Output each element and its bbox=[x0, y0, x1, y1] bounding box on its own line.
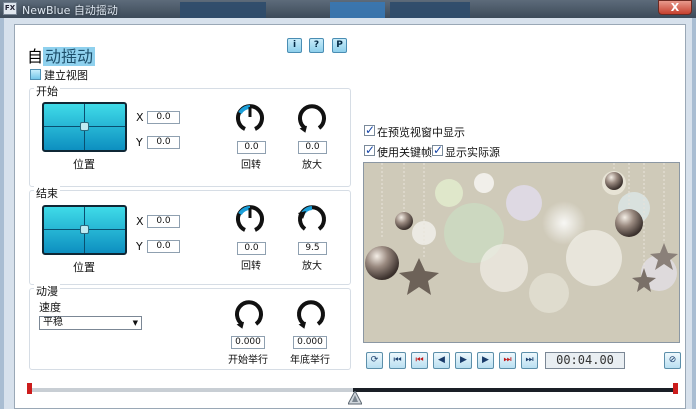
info-button[interactable]: i bbox=[287, 38, 302, 53]
play-icon[interactable]: ▶ bbox=[455, 352, 472, 369]
speed-dropdown[interactable]: 平稳 ▼ bbox=[39, 316, 142, 330]
timecode-display: 00:04.00 bbox=[545, 352, 625, 369]
end-rotate-field[interactable]: 0.0 bbox=[237, 242, 266, 255]
end-zoom-label: 放大 bbox=[302, 261, 322, 272]
heading-highlight: 动摇动 bbox=[43, 47, 96, 66]
start-group-title: 开始 bbox=[34, 83, 60, 99]
close-button[interactable]: X bbox=[658, 0, 692, 15]
start-hold-field[interactable]: 0.000 bbox=[231, 336, 265, 349]
end-keyframe-marker[interactable] bbox=[673, 383, 678, 394]
end-rotate-knob[interactable] bbox=[233, 203, 267, 237]
end-hold-field[interactable]: 0.000 bbox=[293, 336, 327, 349]
show-actual-source-label: 显示实际源 bbox=[445, 146, 500, 159]
preview-viewport[interactable] bbox=[363, 162, 680, 343]
end-hold-knob[interactable] bbox=[294, 298, 328, 332]
end-position-label: 位置 bbox=[73, 261, 95, 274]
background-tab bbox=[180, 2, 266, 18]
show-in-preview-label: 在预览视窗中显示 bbox=[377, 126, 465, 139]
background-tab bbox=[330, 2, 385, 18]
start-position-pad[interactable] bbox=[42, 102, 127, 152]
start-rotate-field[interactable]: 0.0 bbox=[237, 141, 266, 154]
auto-pan-dialog: 自动摇动 i ? P 建立视图 开始 位置 X 0.0 Y 0.0 0.0 回转… bbox=[14, 24, 686, 409]
end-y-field[interactable]: 0.0 bbox=[147, 240, 180, 253]
show-actual-source-checkbox[interactable] bbox=[432, 143, 443, 157]
end-hold-label: 年底举行 bbox=[290, 355, 330, 366]
start-position-label: 位置 bbox=[73, 158, 95, 171]
help-button[interactable]: ? bbox=[309, 38, 324, 53]
dialog-heading: 自动摇动 bbox=[27, 43, 96, 67]
build-view-checkbox[interactable] bbox=[30, 69, 41, 80]
start-hold-label: 开始举行 bbox=[228, 355, 268, 366]
position-handle[interactable] bbox=[80, 122, 89, 131]
build-view-label: 建立视图 bbox=[44, 69, 88, 82]
preset-button[interactable]: P bbox=[332, 38, 347, 53]
start-zoom-knob[interactable] bbox=[295, 102, 329, 136]
position-handle[interactable] bbox=[80, 225, 89, 234]
heading-prefix: 自 bbox=[27, 47, 44, 66]
start-rotate-knob[interactable] bbox=[233, 102, 267, 136]
end-x-field[interactable]: 0.0 bbox=[147, 215, 180, 228]
playhead-icon[interactable] bbox=[348, 391, 362, 405]
start-y-field[interactable]: 0.0 bbox=[147, 136, 180, 149]
use-keyframes-checkbox[interactable] bbox=[364, 143, 375, 157]
window-frame: 自动摇动 i ? P 建立视图 开始 位置 X 0.0 Y 0.0 0.0 回转… bbox=[0, 18, 696, 409]
end-group-title: 结束 bbox=[34, 185, 60, 201]
next-keyframe-icon[interactable]: ⏭ bbox=[499, 352, 516, 369]
title-bar: FX NewBlue 自动摇动 X bbox=[0, 0, 696, 18]
motion-group-title: 动漫 bbox=[34, 283, 60, 299]
start-hold-knob[interactable] bbox=[232, 298, 266, 332]
start-group: 开始 位置 X 0.0 Y 0.0 0.0 回转 0.0 放大 bbox=[29, 83, 351, 187]
end-rotate-label: 回转 bbox=[241, 261, 261, 272]
start-rotate-label: 回转 bbox=[241, 160, 261, 171]
end-group: 结束 位置 X 0.0 Y 0.0 0.0 回转 9.5 放大 bbox=[29, 185, 351, 285]
speed-value: 平稳 bbox=[43, 317, 63, 328]
window-title: NewBlue 自动摇动 bbox=[22, 4, 118, 17]
start-zoom-label: 放大 bbox=[302, 160, 322, 171]
chevron-down-icon: ▼ bbox=[132, 319, 138, 327]
start-keyframe-marker[interactable] bbox=[27, 383, 32, 394]
speed-label: 速度 bbox=[39, 301, 61, 314]
reset-icon[interactable]: ⊘ bbox=[664, 352, 681, 369]
show-in-preview-checkbox[interactable] bbox=[364, 123, 375, 137]
go-to-start-icon[interactable]: ⏮ bbox=[389, 352, 406, 369]
loop-icon[interactable]: ⟳ bbox=[366, 352, 383, 369]
motion-group: 动漫 速度 平稳 ▼ 0.000 开始举行 0.000 年底举行 bbox=[29, 283, 351, 370]
start-x-label: X bbox=[136, 111, 144, 124]
start-x-field[interactable]: 0.0 bbox=[147, 111, 180, 124]
start-zoom-field[interactable]: 0.0 bbox=[298, 141, 327, 154]
end-position-pad[interactable] bbox=[42, 205, 127, 255]
prev-keyframe-icon[interactable]: ⏮ bbox=[411, 352, 428, 369]
fx-app-icon: FX bbox=[3, 2, 17, 15]
go-to-end-icon[interactable]: ⏭ bbox=[521, 352, 538, 369]
step-back-icon[interactable]: ◀ bbox=[433, 352, 450, 369]
end-zoom-knob[interactable] bbox=[295, 203, 329, 237]
end-y-label: Y bbox=[136, 240, 143, 253]
step-forward-icon[interactable]: ▶ bbox=[477, 352, 494, 369]
preview-image bbox=[364, 163, 679, 342]
start-y-label: Y bbox=[136, 136, 143, 149]
use-keyframes-label: 使用关键帧 bbox=[377, 146, 432, 159]
end-x-label: X bbox=[136, 215, 144, 228]
end-zoom-field[interactable]: 9.5 bbox=[298, 242, 327, 255]
background-tab bbox=[390, 2, 470, 18]
